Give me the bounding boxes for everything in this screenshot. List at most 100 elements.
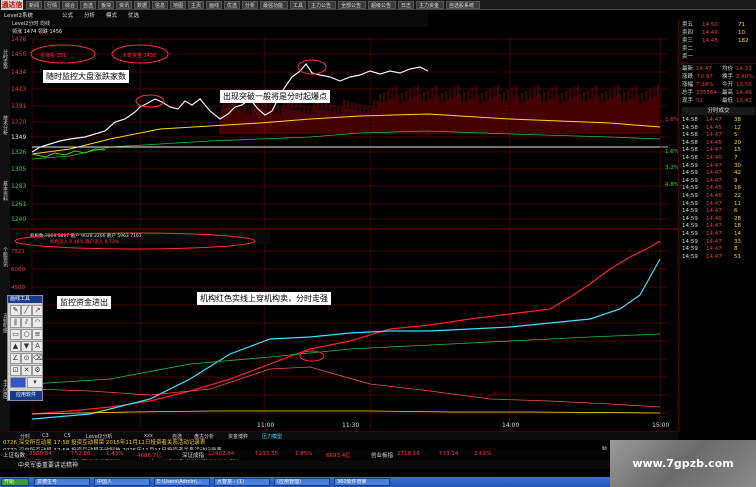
site-watermark: www.7gpzb.com <box>610 440 756 487</box>
toolbar-button-2[interactable]: 综合 <box>62 1 78 9</box>
taskbar-item[interactable]: 360软件管家 <box>334 478 390 486</box>
toolbar-button-6[interactable]: 数据 <box>134 1 150 9</box>
menu-item-1[interactable]: 公式 <box>62 11 73 19</box>
parallel-tool-icon[interactable]: ∥ <box>10 317 21 328</box>
toolbar-button-9[interactable]: 主页 <box>188 1 204 9</box>
color-swatch[interactable] <box>10 377 26 388</box>
index-ticker: 上证指数 3580.84 ↑52.86 1.43% 4686.7亿 深证成指 12402.8… <box>0 450 610 459</box>
taskbar-item[interactable]: (应用管理) <box>274 478 330 486</box>
stat-row: 总手 235564 最高 14.49 <box>682 89 755 97</box>
price-label: 1349 <box>11 134 26 141</box>
bottom-tab-8[interactable]: 压力模型 <box>262 433 282 440</box>
stat-key: 换手 <box>722 74 734 80</box>
bottom-tab-0[interactable]: 分时 <box>20 433 30 440</box>
stat-key: 涨跌 <box>682 74 694 80</box>
ticker-val: 3580.84 <box>29 451 52 457</box>
toolbar-button-11[interactable]: 优选 <box>224 1 240 9</box>
bottom-tab-4[interactable]: xxx <box>144 433 153 439</box>
eraser-icon[interactable]: ⌫ <box>32 353 43 364</box>
bottom-tab-3[interactable]: Level2分析 <box>86 433 112 440</box>
left-tab-3[interactable]: 个股资讯 <box>1 237 9 277</box>
arrow-down-tool-icon[interactable]: ▼ <box>21 341 32 352</box>
rectangle-tool-icon[interactable]: ▭ <box>10 329 21 340</box>
left-tab-1[interactable]: 技术分析 <box>1 105 9 145</box>
toolbar-button-19[interactable]: 主力资金 <box>416 1 444 9</box>
apply-software-button[interactable]: 应用软件 <box>10 391 42 400</box>
bottom-tab-7[interactable]: 资金博弈 <box>228 433 248 440</box>
news-item[interactable]: 0726 深交所互动易 17:58 投资互动易荣 2015年11月11日投资者关… <box>3 440 603 447</box>
style-dropdown[interactable]: ▾ <box>27 377 43 388</box>
toolbar-button-17[interactable]: 超级公告 <box>368 1 396 9</box>
toolbar-button-15[interactable]: 主力公告 <box>308 1 336 9</box>
drawing-tool-title[interactable]: 画线工具 <box>8 296 42 303</box>
text-tool-icon[interactable]: A <box>32 341 43 352</box>
ticker-pct: 1.43% <box>106 451 124 457</box>
start-button[interactable]: 开始 <box>1 478 29 486</box>
toolbar-button-20[interactable]: 自选股系统 <box>446 1 480 9</box>
toolbar-button-5[interactable]: 资讯 <box>116 1 132 9</box>
toolbar-button-0[interactable]: 新闻 <box>26 1 42 9</box>
menu-item-3[interactable]: 模式 <box>106 11 117 19</box>
arrow-up-tool-icon[interactable]: ▲ <box>10 341 21 352</box>
stat-row: 涨跌 ↑0.97 换手 2.40% <box>682 73 755 81</box>
trade-time: 14:58 <box>682 139 698 146</box>
top-toolbar: 通达信 新闻 行情 综合 自选 板块 资讯 数据 信息 地图 主页 画线 优选 分析 最强功能 工具 主力公告… <box>0 0 756 10</box>
taskbar-item[interactable]: 中国人 <box>94 478 150 486</box>
toolbar-button-13[interactable]: 最强功能 <box>260 1 288 9</box>
toolbar-button-7[interactable]: 信息 <box>152 1 168 9</box>
lock-icon[interactable]: ⊡ <box>10 365 21 376</box>
left-tab-0[interactable]: 分时走势 <box>1 39 9 79</box>
note-monitor-flow: 监控资金进出 <box>57 296 111 309</box>
stat-row: 最新 14.47 均价 14.33 <box>682 65 755 73</box>
toolbar-button-16[interactable]: 全部公告 <box>338 1 366 9</box>
toolbar-button-4[interactable]: 板块 <box>98 1 114 9</box>
price-label: 1283 <box>11 183 26 190</box>
order-book-label: 卖四 <box>682 30 694 36</box>
trade-time: 14:58 <box>682 124 698 131</box>
price-label: 1305 <box>11 166 26 173</box>
channel-tool-icon[interactable]: ⫽ <box>21 317 32 328</box>
toolbar-button-14[interactable]: 工具 <box>290 1 306 9</box>
trade-time: 14:59 <box>682 177 698 184</box>
stat-key: 现手 <box>682 98 694 104</box>
windows-taskbar: 开始 爱德生号 中国人 E:\Users\Admin\... 大智慧 - (1) (应用管… <box>0 477 610 487</box>
taskbar-item[interactable]: 爱德生号 <box>34 478 90 486</box>
marquee-text: 中央军委重要讲话精神 <box>0 460 610 469</box>
angle-tool-icon[interactable]: ∠ <box>10 353 21 364</box>
toolbar-button-10[interactable]: 画线 <box>206 1 222 9</box>
order-book-label: 卖二 <box>682 46 694 52</box>
drawing-tool-palette[interactable]: 画线工具 ✎ ╱ ↗ ∥ ⫽ ◠ ▭ ○ ≡ ▲ ▼ A ∠ ⊙ ⌫ ⊡ ✕ ⚙… <box>7 295 43 401</box>
settings-icon[interactable]: ⚙ <box>32 365 43 376</box>
menu-item-4[interactable]: 优选 <box>128 11 139 19</box>
left-tab-2[interactable]: 基本资料 <box>1 171 9 211</box>
pct-label: 3.2% <box>665 165 678 171</box>
toolbar-button-8[interactable]: 地图 <box>170 1 186 9</box>
order-book-row: 卖五 14.50 71 <box>682 21 755 29</box>
toolbar-button-12[interactable]: 分析 <box>242 1 258 9</box>
trade-time: 14:58 <box>682 132 698 139</box>
line-tool-icon[interactable]: ╱ <box>21 305 32 316</box>
bottom-tab-5[interactable]: 自选 <box>172 433 182 440</box>
institution-buy-line <box>31 240 661 415</box>
bottom-tab-6[interactable]: 盘古分析 <box>194 433 214 440</box>
ray-tool-icon[interactable]: ↗ <box>32 305 43 316</box>
menu-item-0[interactable]: Level2系统 <box>4 11 33 19</box>
delete-icon[interactable]: ✕ <box>21 365 32 376</box>
cycle-tool-icon[interactable]: ⊙ <box>21 353 32 364</box>
ticker-val: 2718.16 <box>397 451 420 457</box>
trades-header[interactable]: 分时成交 <box>682 107 755 115</box>
toolbar-button-3[interactable]: 自选 <box>80 1 96 9</box>
circle-tool-icon[interactable]: ○ <box>21 329 32 340</box>
arc-tool-icon[interactable]: ◠ <box>32 317 43 328</box>
menu-item-2[interactable]: 分析 <box>84 11 95 19</box>
taskbar-item[interactable]: E:\Users\Admin\... <box>154 478 210 486</box>
fibonacci-tool-icon[interactable]: ≡ <box>32 329 43 340</box>
pencil-icon[interactable]: ✎ <box>10 305 21 316</box>
order-book-label: 卖三 <box>682 38 694 44</box>
taskbar-item[interactable]: 大智慧 - (1) <box>214 478 270 486</box>
bottom-tab-2[interactable]: C5 <box>64 433 71 439</box>
price-label: 1391 <box>11 103 26 110</box>
toolbar-button-18[interactable]: 日志 <box>398 1 414 9</box>
bottom-tab-1[interactable]: C3 <box>42 433 49 439</box>
toolbar-button-1[interactable]: 行情 <box>44 1 60 9</box>
